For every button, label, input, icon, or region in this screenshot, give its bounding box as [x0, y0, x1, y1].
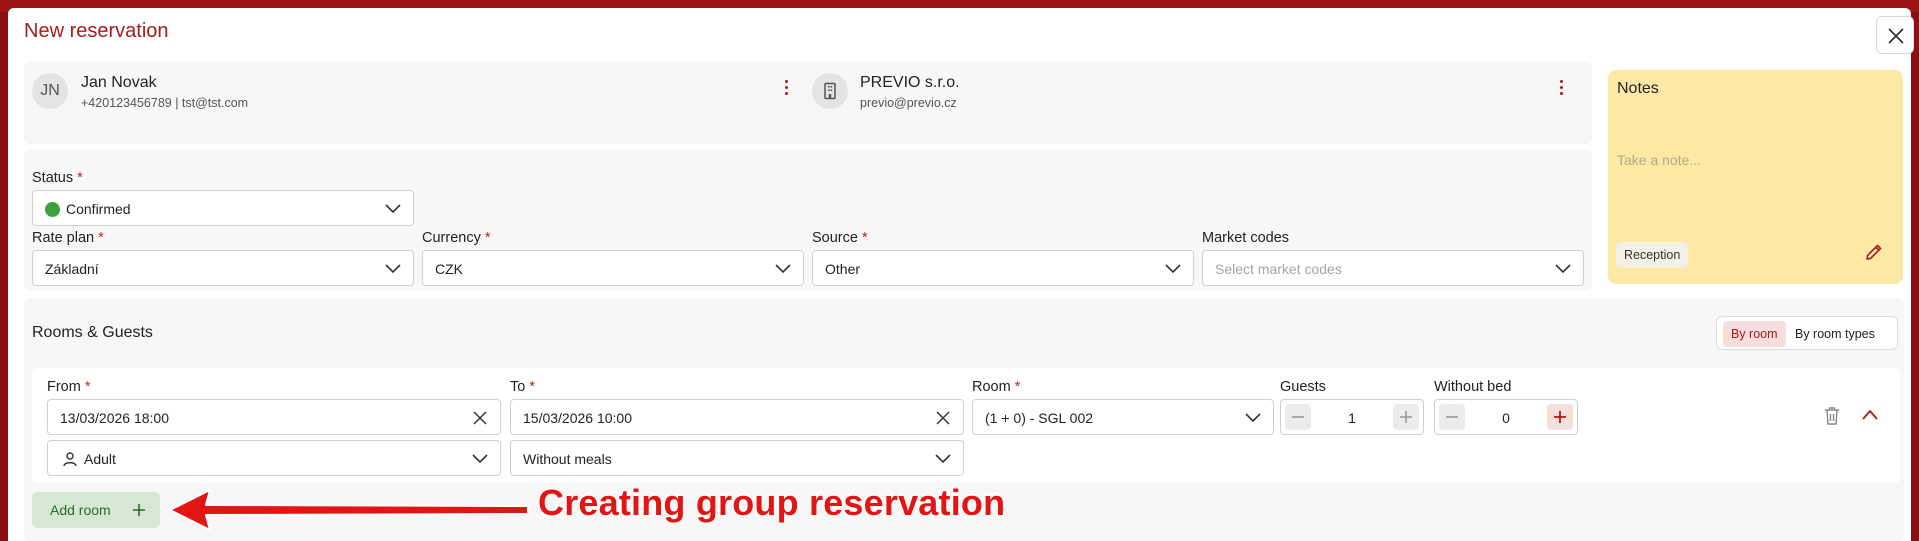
rate-plan-select[interactable]: Základní [32, 250, 414, 286]
guests-label: Guests [1280, 379, 1326, 395]
status-label: Status * [32, 170, 83, 186]
guests-decrement-button[interactable] [1285, 404, 1311, 430]
chevron-up-icon[interactable] [1861, 408, 1879, 422]
rate-plan-label: Rate plan * [32, 230, 104, 246]
new-reservation-dialog: New reservation JN Jan Novak +4201234567… [8, 8, 1914, 541]
source-select[interactable]: Other [812, 250, 1194, 286]
pencil-icon[interactable] [1864, 242, 1884, 262]
booking-details-panel: Status * Confirmed Rate plan * Základní … [24, 150, 1592, 290]
company-name[interactable]: PREVIO s.r.o. [860, 74, 960, 92]
guest-more-button[interactable] [776, 77, 796, 101]
chevron-down-icon [385, 264, 401, 274]
chevron-down-icon [1555, 264, 1571, 274]
company-contact: PREVIO s.r.o. previo@previo.cz [808, 62, 1592, 144]
add-room-button[interactable]: Add room [32, 492, 160, 528]
contacts-panel: JN Jan Novak +420123456789 | tst@tst.com… [24, 62, 1592, 144]
room-select[interactable]: (1 + 0) - SGL 002 [972, 399, 1274, 435]
chevron-down-icon [472, 454, 488, 464]
plus-icon [133, 504, 145, 516]
plus-icon [1400, 411, 1412, 423]
without-bed-increment-button[interactable] [1547, 404, 1573, 430]
tab-by-room-types[interactable]: By room types [1787, 321, 1883, 347]
guest-type-select[interactable]: Adult [47, 440, 501, 476]
dialog-title: New reservation [24, 20, 169, 42]
guests-count[interactable]: 1 [1337, 410, 1367, 426]
annotation-text: Creating group reservation [538, 482, 1006, 523]
without-bed-stepper: 0 [1434, 399, 1578, 435]
company-avatar [812, 73, 848, 109]
without-bed-label: Without bed [1434, 379, 1512, 395]
chevron-down-icon [1245, 413, 1261, 423]
guests-stepper: 1 [1280, 399, 1424, 435]
clear-icon[interactable] [472, 410, 488, 426]
notes-title: Notes [1617, 80, 1659, 97]
currency-label: Currency * [422, 230, 491, 246]
chevron-down-icon [385, 204, 401, 214]
guest-avatar: JN [32, 73, 68, 109]
notes-card: Notes Take a note... Reception [1608, 70, 1903, 284]
guest-contact: JN Jan Novak +420123456789 | tst@tst.com [24, 62, 808, 144]
without-bed-count[interactable]: 0 [1491, 410, 1521, 426]
currency-select[interactable]: CZK [422, 250, 804, 286]
meal-plan-select[interactable]: Without meals [510, 440, 964, 476]
guest-contact-info: +420123456789 | tst@tst.com [81, 96, 249, 110]
close-icon [1888, 28, 1904, 44]
rooms-guests-title: Rooms & Guests [32, 324, 153, 341]
room-row: From * 13/03/2026 18:00 To * 15/03/2026 … [32, 368, 1900, 483]
status-dot-icon [45, 202, 60, 217]
from-label: From * [47, 379, 91, 395]
source-label: Source * [812, 230, 868, 246]
chevron-down-icon [935, 454, 951, 464]
building-icon [824, 82, 836, 100]
clear-icon[interactable] [935, 410, 951, 426]
note-tag[interactable]: Reception [1616, 242, 1689, 268]
tab-by-room[interactable]: By room [1723, 321, 1786, 347]
from-date-input[interactable]: 13/03/2026 18:00 [47, 399, 501, 435]
plus-icon [1554, 411, 1566, 423]
market-codes-label: Market codes [1202, 230, 1290, 246]
chevron-down-icon [775, 264, 791, 274]
minus-icon [1292, 416, 1304, 418]
to-label: To * [510, 379, 536, 395]
person-icon [63, 452, 77, 467]
to-date-input[interactable]: 15/03/2026 10:00 [510, 399, 964, 435]
minus-icon [1446, 416, 1458, 418]
market-codes-select[interactable]: Select market codes [1202, 250, 1584, 286]
trash-icon[interactable] [1823, 406, 1841, 426]
annotation-arrow [169, 489, 529, 531]
company-more-button[interactable] [1551, 77, 1571, 101]
chevron-down-icon [1165, 264, 1181, 274]
room-label: Room * [972, 379, 1021, 395]
company-email: previo@previo.cz [860, 96, 957, 110]
view-toggle: By room By room types [1716, 316, 1898, 350]
note-input[interactable]: Take a note... [1617, 152, 1701, 168]
guest-name[interactable]: Jan Novak [81, 74, 157, 92]
status-select[interactable]: Confirmed [32, 190, 414, 226]
without-bed-decrement-button[interactable] [1439, 404, 1465, 430]
close-button[interactable] [1876, 16, 1914, 54]
guests-increment-button[interactable] [1393, 404, 1419, 430]
